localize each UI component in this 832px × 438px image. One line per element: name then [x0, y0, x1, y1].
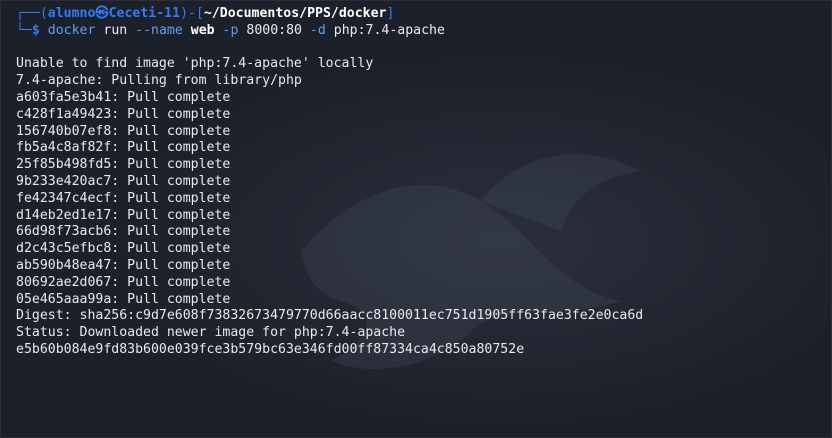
- prompt-corner: ┌──(: [16, 6, 48, 21]
- terminal-window[interactable]: ┌──(alumno㉿Ceceti-11)-[~/Documentos/PPS/…: [0, 0, 832, 438]
- output-line: d14eb2ed1e17: Pull complete: [16, 207, 231, 223]
- command-image: php:7.4-apache: [333, 22, 445, 38]
- output-line: 156740b07ef8: Pull complete: [16, 123, 231, 139]
- command-line[interactable]: └─$ docker run --name web -p 8000:80 -d …: [16, 23, 821, 40]
- command-name-value: web: [190, 22, 215, 38]
- command-name-flag: --name: [135, 22, 183, 38]
- prompt-at-icon: ㉿: [95, 6, 109, 21]
- prompt-dollar: $: [31, 22, 40, 38]
- output-line: fe42347c4ecf: Pull complete: [16, 190, 231, 206]
- output-line: Unable to find image 'php:7.4-apache' lo…: [16, 56, 374, 72]
- output-line: 05e465aaa99a: Pull complete: [16, 291, 231, 307]
- prompt-separator: )-[: [180, 6, 204, 21]
- digest-line: Digest: sha256:c9d7e608f73832673479770d6…: [16, 308, 644, 324]
- output-line: 7.4-apache: Pulling from library/php: [16, 73, 302, 89]
- output-line: c428f1a49423: Pull complete: [16, 106, 231, 122]
- output-line: fb5a4c8af82f: Pull complete: [16, 140, 231, 156]
- output-line: 66d98f73acb6: Pull complete: [16, 224, 231, 240]
- command-port-value: 8000:80: [246, 22, 302, 38]
- prompt-user: alumno: [47, 6, 96, 21]
- prompt-path-close: ]: [386, 6, 395, 21]
- prompt-path: ~/Documentos/PPS/docker: [203, 6, 387, 21]
- output-line: 80692ae2d067: Pull complete: [16, 274, 231, 290]
- output-line: ab590b48ea47: Pull complete: [16, 257, 231, 273]
- prompt-line-top: ┌──(alumno㉿Ceceti-11)-[~/Documentos/PPS/…: [16, 6, 821, 23]
- status-line: Status: Downloaded newer image for php:7…: [16, 325, 406, 341]
- command-program: docker: [47, 22, 96, 38]
- output-line: 9b233e420ac7: Pull complete: [16, 173, 231, 189]
- command-subcommand: run: [103, 22, 128, 38]
- output-line: d2c43c5efbc8: Pull complete: [16, 241, 231, 257]
- container-id-line: e5b60b084e9fd83b600e039fce3b579bc63e346f…: [16, 341, 525, 357]
- command-detach-flag: -d: [309, 22, 326, 38]
- output-line: 25f85b498fd5: Pull complete: [16, 157, 231, 173]
- terminal-content: ┌──(alumno㉿Ceceti-11)-[~/Documentos/PPS/…: [16, 6, 821, 359]
- prompt-corner-bottom: └─: [16, 22, 32, 38]
- prompt-host: Ceceti-11: [108, 6, 181, 21]
- command-port-flag: -p: [222, 22, 239, 38]
- output-line: a603fa5e3b41: Pull complete: [16, 89, 231, 105]
